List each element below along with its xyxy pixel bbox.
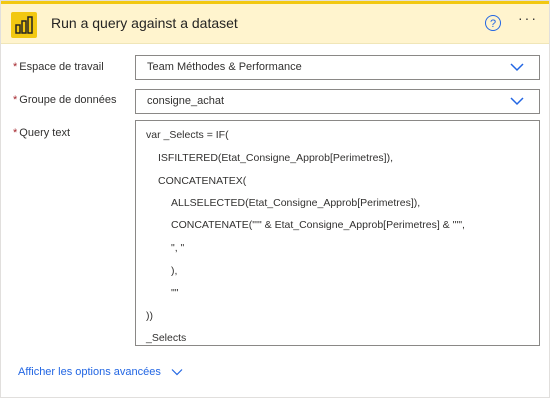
required-marker: * xyxy=(13,127,18,139)
dataset-label: * Groupe de données xyxy=(13,94,117,106)
dataset-value: consigne_achat xyxy=(147,95,225,107)
chevron-down-icon[interactable] xyxy=(509,95,525,107)
query-line: "" xyxy=(171,287,179,299)
query-line: ), xyxy=(171,265,178,277)
query-line: var _Selects = IF( xyxy=(146,129,229,141)
action-title: Run a query against a dataset xyxy=(51,15,238,31)
more-options-icon[interactable]: ··· xyxy=(518,10,538,26)
query-line: ", " xyxy=(171,242,185,254)
required-marker: * xyxy=(13,61,18,73)
required-marker: * xyxy=(13,94,18,106)
power-bi-logo-icon xyxy=(11,12,37,38)
action-card: Run a query against a dataset ? ··· * Esp… xyxy=(0,0,550,398)
action-header[interactable]: Run a query against a dataset ? ··· xyxy=(1,1,549,44)
chevron-down-icon[interactable] xyxy=(509,61,525,73)
query-line: ISFILTERED(Etat_Consigne_Approb[Perimetr… xyxy=(158,152,393,164)
workspace-value: Team Méthodes & Performance xyxy=(147,61,302,73)
chevron-down-icon xyxy=(171,369,183,376)
query-label-text: Query text xyxy=(19,127,71,139)
workspace-label: * Espace de travail xyxy=(13,61,104,73)
workspace-label-text: Espace de travail xyxy=(19,61,104,73)
query-line: CONCATENATE("'" & Etat_Consigne_Approb[P… xyxy=(171,219,465,231)
dataset-label-text: Groupe de données xyxy=(19,94,117,106)
query-label: * Query text xyxy=(13,127,70,139)
workspace-select[interactable]: Team Méthodes & Performance xyxy=(135,55,540,80)
advanced-options-link[interactable]: Afficher les options avancées xyxy=(18,366,183,378)
query-line: _Selects xyxy=(146,332,187,344)
query-textarea[interactable]: var _Selects = IF( ISFILTERED(Etat_Consi… xyxy=(135,120,540,346)
advanced-options-label: Afficher les options avancées xyxy=(18,366,161,378)
help-icon[interactable]: ? xyxy=(485,15,501,31)
dataset-select[interactable]: consigne_achat xyxy=(135,89,540,114)
query-line: ALLSELECTED(Etat_Consigne_Approb[Perimet… xyxy=(171,197,421,209)
query-line: )) xyxy=(146,310,153,322)
query-line: CONCATENATEX( xyxy=(158,175,247,187)
